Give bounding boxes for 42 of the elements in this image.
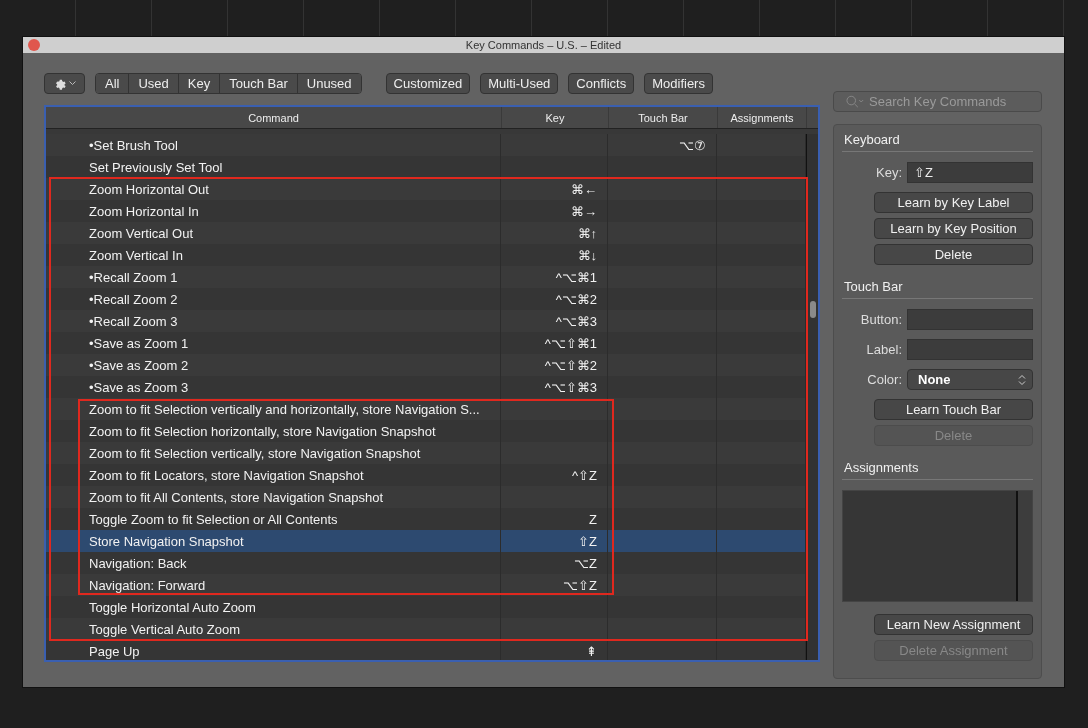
column-header[interactable]: Key xyxy=(501,107,608,128)
filter-tab[interactable]: Touch Bar xyxy=(219,74,297,93)
filter-tab[interactable]: Used xyxy=(128,74,178,93)
field-label: Button: xyxy=(860,312,902,327)
column-header[interactable]: Command xyxy=(46,107,501,128)
search-icon xyxy=(846,95,865,108)
column-header[interactable]: Touch Bar xyxy=(608,107,717,128)
stepper-icon xyxy=(1018,373,1026,386)
selected-table-row[interactable]: Store Navigation Snapshot ⇧Z xyxy=(46,530,806,552)
section-title: Assignments xyxy=(842,459,1033,480)
chevron-down-icon xyxy=(69,81,76,86)
window-title: Key Commands – U.S. – Edited xyxy=(465,39,622,51)
field-label: Color: xyxy=(867,372,902,387)
field-label: Label: xyxy=(866,342,902,357)
panel-button[interactable]: Learn by Key Position xyxy=(874,218,1033,239)
filter-toggle-button[interactable]: Modifiers xyxy=(644,73,713,94)
panel-button[interactable]: Delete xyxy=(874,244,1033,265)
search-field[interactable]: Search Key Commands xyxy=(833,91,1042,112)
scroll-thumb[interactable] xyxy=(810,301,816,318)
close-button[interactable] xyxy=(28,39,40,51)
panel-button[interactable]: Learn New Assignment xyxy=(874,614,1033,635)
section-title: Touch Bar xyxy=(842,278,1033,299)
section-title: Keyboard xyxy=(842,131,1033,152)
panel-button[interactable]: Learn by Key Label xyxy=(874,192,1033,213)
filter-tab[interactable]: Key xyxy=(177,74,220,93)
key-cell: ⇞ xyxy=(501,640,608,660)
filter-toggle-button[interactable]: Multi-Used xyxy=(480,73,559,94)
command-cell: Page Up xyxy=(46,640,501,660)
column-header[interactable]: Assignments xyxy=(717,107,806,128)
color-select[interactable]: None xyxy=(907,369,1033,390)
assignments-list[interactable] xyxy=(842,490,1033,602)
filter-tab[interactable]: All xyxy=(96,74,129,93)
filter-toggle-button[interactable]: Customized xyxy=(385,73,471,94)
button-field[interactable] xyxy=(907,309,1033,330)
label-field[interactable] xyxy=(907,339,1033,360)
filter-toggle-button[interactable]: Conflicts xyxy=(568,73,635,94)
field-label: Key: xyxy=(876,165,902,180)
filter-tab[interactable]: Unused xyxy=(296,74,361,93)
gear-icon xyxy=(53,77,66,90)
panel-button[interactable]: Learn Touch Bar xyxy=(874,399,1033,420)
gear-menu-button[interactable] xyxy=(44,73,85,94)
key-field[interactable]: ⇧Z xyxy=(907,162,1033,183)
